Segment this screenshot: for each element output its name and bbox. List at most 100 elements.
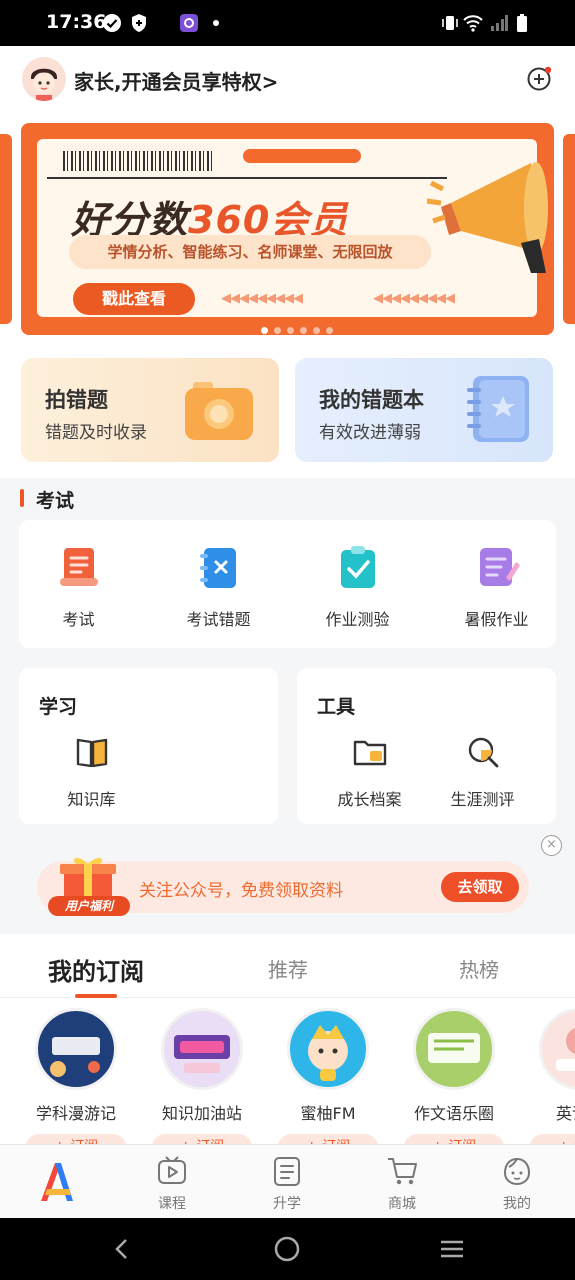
tab-label: 升学 xyxy=(273,1196,301,1212)
banner-tag-decoration xyxy=(243,149,361,163)
subscription-item[interactable]: 蜜柚FM + 订阅 xyxy=(265,1008,391,1144)
exam-item-label: 考试 xyxy=(62,610,95,629)
header: 家长,开通会员享特权> xyxy=(0,46,575,114)
subscription-item[interactable]: 作文语乐圈 + 订阅 xyxy=(391,1008,517,1144)
subscribe-button[interactable]: + 订阅 xyxy=(530,1134,575,1144)
banner-view-button[interactable]: 戳此查看 xyxy=(73,283,195,315)
knowledge-station-avatar xyxy=(161,1008,243,1090)
banner-carousel[interactable]: 好分数360会员 学情分析、智能练习、名师课堂、无限回放 戳此查看 ◀◀◀◀◀◀… xyxy=(0,114,575,344)
tab-my-subscriptions[interactable]: 我的订阅 xyxy=(48,952,144,987)
subscription-item[interactable]: 知识加油站 + 订阅 xyxy=(139,1008,265,1144)
tab-label: 商城 xyxy=(388,1196,416,1212)
tab-profile[interactable]: 我的 xyxy=(477,1155,557,1213)
back-icon[interactable] xyxy=(110,1237,134,1261)
user-welfare-badge: 用户福利 xyxy=(48,896,130,916)
add-plus-icon[interactable] xyxy=(526,66,552,92)
knowledge-base-label: 知识库 xyxy=(67,790,116,809)
subject-tour-cover-icon xyxy=(50,1037,100,1077)
cart-icon xyxy=(388,1158,417,1185)
bottom-tab-bar: 课程 升学 商城 我的 xyxy=(0,1144,575,1218)
banner-subtitle: 学情分析、智能练习、名师课堂、无限回放 xyxy=(69,235,431,269)
status-bar: 17:36 xyxy=(0,0,575,46)
system-navigation-bar xyxy=(0,1218,575,1280)
wifi-icon xyxy=(463,15,483,32)
camera-icon xyxy=(185,382,253,440)
writing-circle-avatar xyxy=(413,1008,495,1090)
capture-mistake-card[interactable]: 拍错题 错题及时收录 xyxy=(21,358,279,462)
banner-divider xyxy=(47,177,447,179)
feed-tabs: 我的订阅 推荐 热榜 xyxy=(0,934,575,998)
tab-recommended[interactable]: 推荐 xyxy=(268,954,308,983)
exam-item[interactable]: 考试 xyxy=(9,544,148,630)
tab-admission[interactable]: 升学 xyxy=(247,1155,327,1213)
vip-banner[interactable]: 好分数360会员 学情分析、智能练习、名师课堂、无限回放 戳此查看 ◀◀◀◀◀◀… xyxy=(21,123,554,335)
subscription-label: 蜜柚FM xyxy=(300,1104,356,1123)
knowledge-station-cover-icon xyxy=(174,1035,230,1073)
subscribe-button[interactable]: + 订阅 xyxy=(278,1134,378,1144)
mistake-notebook-card[interactable]: 我的错题本 有效改进薄弱 xyxy=(295,358,553,462)
check-circle-icon xyxy=(103,14,121,32)
arrow-decoration-right: ◀◀◀◀◀◀◀◀◀ xyxy=(373,291,455,306)
signal-icon xyxy=(491,15,508,31)
gift-icon xyxy=(60,857,116,900)
exam-scroll-icon xyxy=(59,548,98,586)
folder-icon xyxy=(353,740,386,766)
summer-homework-item[interactable]: 暑假作业 xyxy=(427,544,566,630)
subject-tour-avatar xyxy=(35,1008,117,1090)
membership-prompt[interactable]: 家长,开通会员享特权> xyxy=(74,66,278,95)
tab-home[interactable] xyxy=(17,1159,97,1207)
homework-quiz-item[interactable]: 作业测验 xyxy=(288,544,427,630)
exam-mistakes-label: 考试错题 xyxy=(186,610,251,629)
tab-store[interactable]: 商城 xyxy=(362,1155,442,1213)
subscription-item[interactable]: 英语畅 + 订阅 xyxy=(517,1008,575,1144)
tab-label: 我的 xyxy=(503,1196,531,1212)
exam-section-title: 考试 xyxy=(36,490,75,512)
subscription-label: 知识加油站 xyxy=(161,1104,242,1123)
status-time: 17:36 xyxy=(46,11,107,33)
avatar[interactable] xyxy=(22,57,66,101)
vibrate-icon xyxy=(442,16,458,30)
battery-icon xyxy=(517,14,527,32)
barcode-decoration xyxy=(63,151,213,171)
promo-text: 关注公众号，免费领取资料 xyxy=(139,881,343,901)
subscribe-button[interactable]: + 订阅 xyxy=(26,1134,126,1144)
app-notification-icon xyxy=(180,14,198,32)
document-icon xyxy=(274,1157,300,1186)
career-assessment-item[interactable]: 生涯测评 xyxy=(413,734,552,810)
tv-icon xyxy=(158,1156,186,1184)
quick-card-subtitle: 有效改进薄弱 xyxy=(319,423,421,443)
book-icon xyxy=(76,738,107,768)
subscription-item[interactable]: 学科漫游记 + 订阅 xyxy=(13,1008,139,1144)
career-assessment-label: 生涯测评 xyxy=(450,790,515,809)
summer-homework-label: 暑假作业 xyxy=(464,610,529,629)
arrow-decoration-left: ◀◀◀◀◀◀◀◀◀ xyxy=(221,291,303,306)
exam-mistakes-item[interactable]: 考试错题 xyxy=(149,544,288,630)
subscription-label: 作文语乐圈 xyxy=(413,1104,494,1123)
promo-claim-button[interactable]: 去领取 xyxy=(441,872,519,902)
recents-menu-icon[interactable] xyxy=(439,1237,465,1261)
quick-card-subtitle: 错题及时收录 xyxy=(45,423,147,443)
banner-prev-peek xyxy=(0,134,12,324)
tools-card-title: 工具 xyxy=(317,696,356,718)
tab-label: 课程 xyxy=(158,1196,186,1212)
megaphone-icon xyxy=(426,162,548,273)
home-page: 家长,开通会员享特权> 好分数360会员 学情分析、智能练习、名师课堂、无限回放… xyxy=(0,46,575,1218)
knowledge-base-item[interactable]: 知识库 xyxy=(22,734,161,810)
subscription-list: 学科漫游记 + 订阅 知识加油站 + 订阅 蜜柚FM + 订阅 作文语乐圈 + … xyxy=(0,998,575,1144)
promo-close-icon[interactable]: × xyxy=(541,835,562,856)
banner-page-indicator xyxy=(261,319,339,335)
tab-courses[interactable]: 课程 xyxy=(132,1155,212,1213)
face-icon xyxy=(503,1157,531,1186)
summer-homework-icon xyxy=(479,548,520,586)
notebook-icon xyxy=(467,376,529,442)
exam-error-book-icon xyxy=(199,548,236,588)
home-circle-icon[interactable] xyxy=(274,1236,300,1262)
subscription-label: 学科漫游记 xyxy=(35,1104,116,1123)
tab-trending[interactable]: 热榜 xyxy=(459,954,499,983)
magnifier-icon xyxy=(468,737,498,768)
quick-actions: 拍错题 错题及时收录 我的错题本 有效改进薄弱 xyxy=(0,344,575,478)
quick-card-title: 拍错题 xyxy=(45,388,108,412)
subscribe-button[interactable]: + 订阅 xyxy=(404,1134,504,1144)
subscribe-button[interactable]: + 订阅 xyxy=(152,1134,252,1144)
gift-box-graphic: 用户福利 xyxy=(40,854,132,916)
